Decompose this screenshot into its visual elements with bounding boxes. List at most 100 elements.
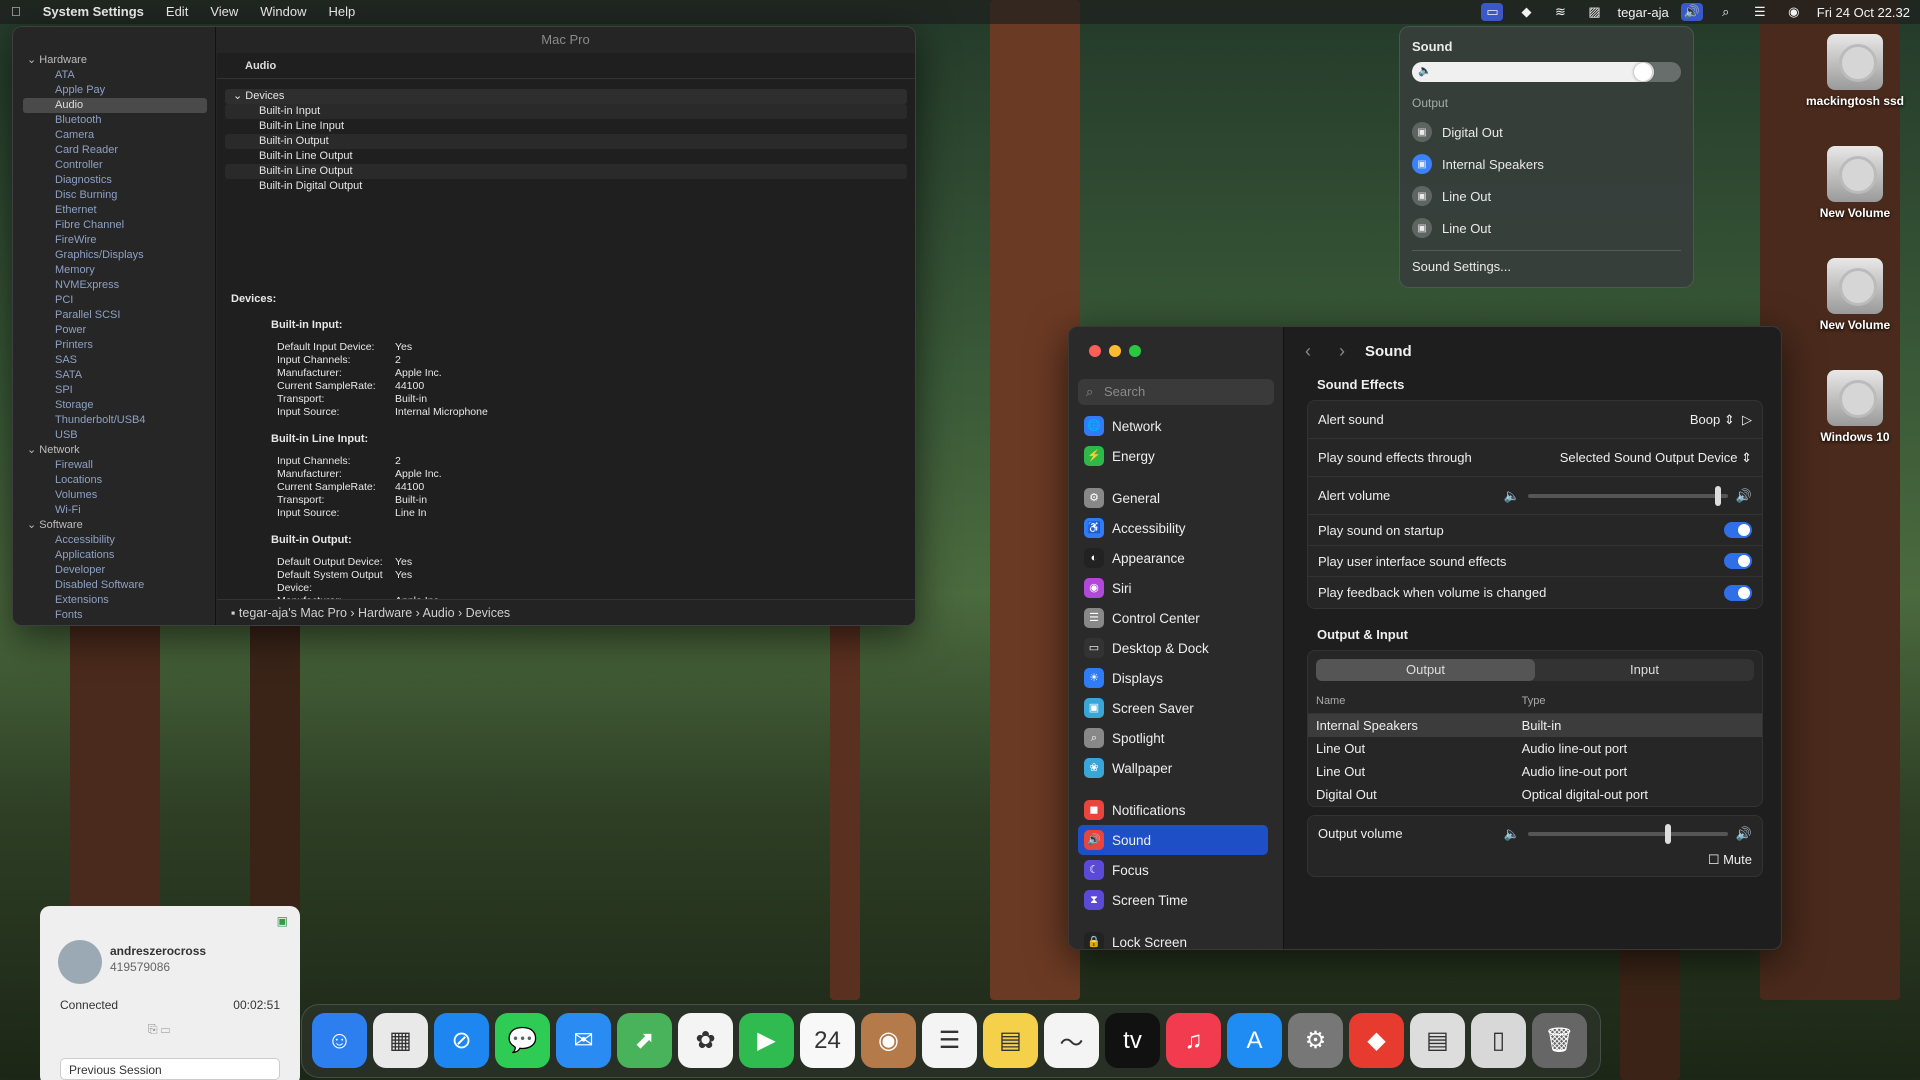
screen-sharing-icon[interactable]: ▭ [1481,3,1504,21]
desktop-disk-item[interactable]: Windows 10 [1795,370,1915,444]
sidebar-item[interactable]: Applications [13,548,215,563]
device-row[interactable]: Built-in Line Output [225,149,907,164]
sidebar-item[interactable]: Apple Pay [13,83,215,98]
sidebar-item[interactable]: NVMExpress [13,278,215,293]
dock-contacts-icon[interactable]: ◉ [861,1013,916,1068]
dock-downloads-icon[interactable]: ▯ [1471,1013,1526,1068]
volume-knob[interactable] [1634,63,1653,81]
sidebar-item-general[interactable]: ⚙ General [1078,483,1268,513]
dock-trash-icon[interactable]: 🗑 [1532,1013,1587,1068]
table-row[interactable]: Line Out Audio line-out port [1308,737,1762,760]
tab-output[interactable]: Output [1316,659,1535,681]
dock-launchpad-icon[interactable]: ▦ [373,1013,428,1068]
sidebar-item[interactable]: Ethernet [13,203,215,218]
menu-app-name[interactable]: System Settings [32,0,155,24]
sidebar-item-screen-time[interactable]: ⧗ Screen Time [1078,885,1268,915]
sidebar-item[interactable]: Developer [13,563,215,578]
mute-checkbox[interactable]: ☐ Mute [1708,852,1752,868]
toggle-switch[interactable] [1724,522,1752,538]
dock-app-store-icon[interactable]: A [1227,1013,1282,1068]
search-input[interactable]: ⌕ Search [1078,379,1274,405]
sidebar-item[interactable]: Fonts [13,608,215,623]
toggle-switch[interactable] [1724,553,1752,569]
sidebar-item[interactable]: SAS [13,353,215,368]
sidebar-item[interactable]: Thunderbolt/USB4 [13,413,215,428]
dock-messages-icon[interactable]: 💬 [495,1013,550,1068]
play-through-select[interactable]: Selected Sound Output Device ⇕ [1560,450,1752,466]
sidebar-item[interactable]: Locations [13,473,215,488]
sidebar-item-sound[interactable]: 🔊 Sound [1078,825,1268,855]
sidebar-item[interactable]: Parallel SCSI [13,308,215,323]
sidebar-item[interactable]: Controller [13,158,215,173]
volume-slider[interactable]: 🔈 [1412,62,1681,82]
menu-help[interactable]: Help [318,0,367,24]
sidebar-item-siri[interactable]: ◉ Siri [1078,573,1268,603]
sidebar-item[interactable]: ATA [13,68,215,83]
sidebar-item-screen-saver[interactable]: ▣ Screen Saver [1078,693,1268,723]
desktop-disk-item[interactable]: New Volume [1795,146,1915,220]
sidebar-group[interactable]: ⌄ Network [13,443,215,458]
dock-maps-icon[interactable]: ⬈ [617,1013,672,1068]
sidebar-item-wallpaper[interactable]: ❀ Wallpaper [1078,753,1268,783]
sidebar-group[interactable]: ⌄ Software [13,518,215,533]
sidebar-item-energy[interactable]: ⚡ Energy [1078,441,1268,471]
dock-finder-icon[interactable]: ☺ [312,1013,367,1068]
control-center-icon[interactable]: ☰ [1749,3,1771,21]
sidebar-item[interactable]: Bluetooth [13,113,215,128]
dock-calendar-icon[interactable]: 24 [800,1013,855,1068]
status-icon[interactable]: ≋ [1549,3,1571,21]
output-device-item[interactable]: ▣ Line Out [1412,212,1681,244]
sidebar-item-desktop-dock[interactable]: ▭ Desktop & Dock [1078,633,1268,663]
sidebar-item[interactable]: Disc Burning [13,188,215,203]
sidebar-item-appearance[interactable]: ◐ Appearance [1078,543,1268,573]
sidebar-item[interactable]: Printers [13,338,215,353]
dock-preview-icon[interactable]: ▤ [1410,1013,1465,1068]
dock-system-settings-icon[interactable]: ⚙ [1288,1013,1343,1068]
zoom-button[interactable] [1129,345,1141,357]
sidebar-group[interactable]: ⌄ Hardware [13,53,215,68]
output-volume-knob[interactable] [1664,824,1671,844]
dock-tv-icon[interactable]: tv [1105,1013,1160,1068]
sidebar-item[interactable]: Fibre Channel [13,218,215,233]
sidebar-item-accessibility[interactable]: ♿ Accessibility [1078,513,1268,543]
back-icon[interactable]: ‹ [1305,341,1311,362]
output-device-item[interactable]: ▣ Line Out [1412,180,1681,212]
sidebar-item[interactable]: Storage [13,398,215,413]
sound-settings-link[interactable]: Sound Settings... [1412,259,1681,274]
alert-volume-slider[interactable] [1527,485,1728,506]
dock-music-icon[interactable]: ♫ [1166,1013,1221,1068]
table-row[interactable]: Digital Out Optical digital-out port [1308,783,1762,806]
siri-icon[interactable]: ◉ [1783,3,1805,21]
activity-icon[interactable]: ▨ [1583,3,1605,21]
output-device-item[interactable]: ▣ Digital Out [1412,116,1681,148]
volume-icon[interactable]: 🔊 [1680,3,1703,21]
dock-notes-icon[interactable]: ▤ [983,1013,1038,1068]
device-row[interactable]: Built-in Digital Output [225,179,907,194]
device-row[interactable]: Built-in Output [225,134,907,149]
sidebar-item[interactable]: Diagnostics [13,173,215,188]
output-volume-slider[interactable] [1527,824,1728,844]
sidebar-item[interactable]: SATA [13,368,215,383]
minimize-button[interactable] [1109,345,1121,357]
session-select[interactable]: Previous Session [60,1058,280,1080]
device-row[interactable]: Built-in Line Input [225,119,907,134]
forward-icon[interactable]: › [1339,341,1345,362]
close-button[interactable] [1089,345,1101,357]
output-device-item[interactable]: ▣ Internal Speakers [1412,148,1681,180]
menu-clock[interactable]: Fri 24 Oct 22.32 [1817,5,1910,20]
menu-view[interactable]: View [199,0,249,24]
apple-icon[interactable]:  [0,0,32,24]
sidebar-item[interactable]: Audio [23,98,207,113]
dock-freeform-icon[interactable]: 〜 [1044,1013,1099,1068]
toggle-switch[interactable] [1724,584,1752,601]
anydesk-icon[interactable]: ◆ [1515,3,1537,21]
sidebar-item[interactable]: PCI [13,293,215,308]
menu-edit[interactable]: Edit [155,0,199,24]
sidebar-item[interactable]: Memory [13,263,215,278]
device-row[interactable]: Built-in Line Output [225,164,907,179]
sidebar-item[interactable]: USB [13,428,215,443]
alert-volume-knob[interactable] [1714,485,1721,506]
menu-user[interactable]: tegar-aja [1617,5,1668,20]
sidebar-item[interactable]: Camera [13,128,215,143]
dock-photos-icon[interactable]: ✿ [678,1013,733,1068]
